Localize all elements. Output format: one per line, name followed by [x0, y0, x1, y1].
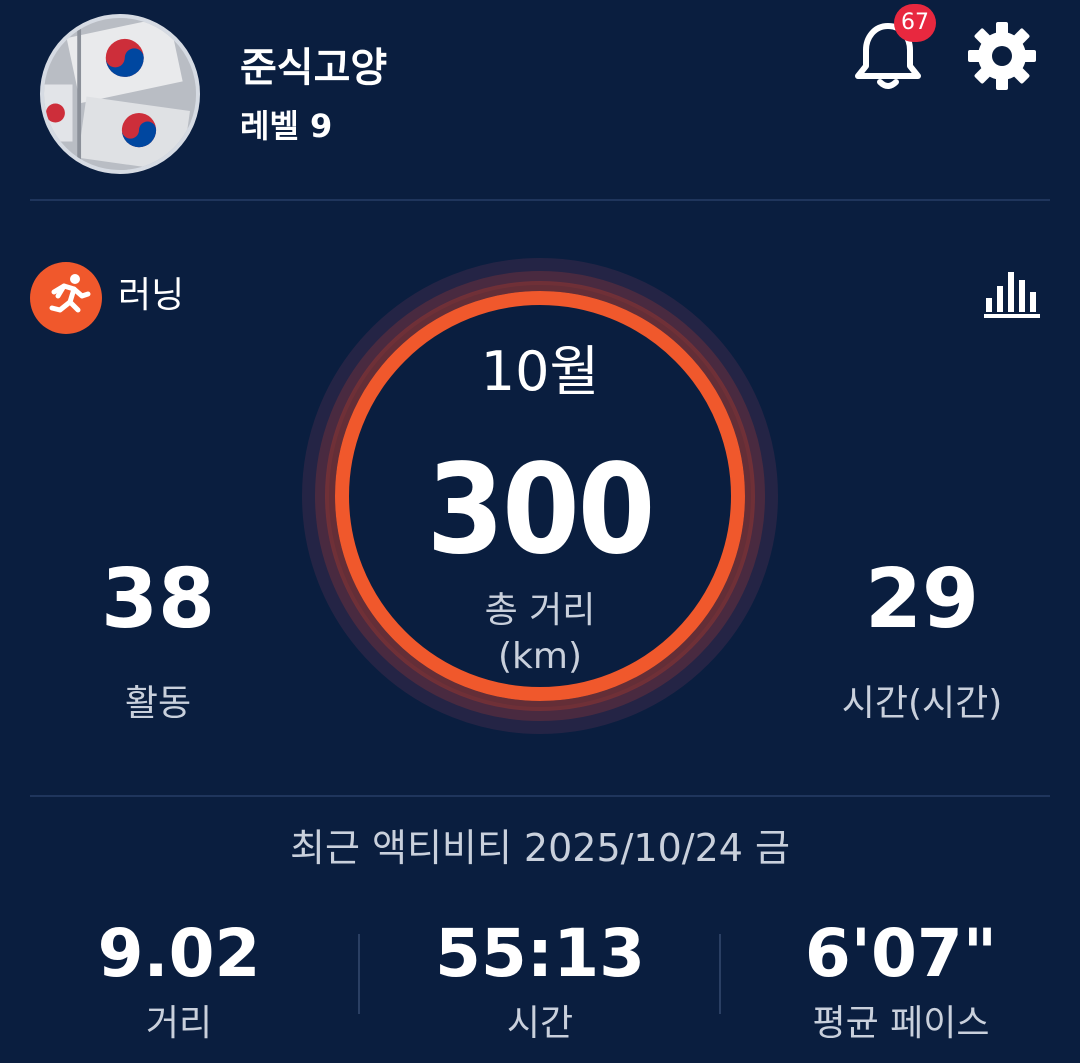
recent-activity-title[interactable]: 최근 액티비티 2025/10/24 금 — [0, 822, 1080, 874]
total-distance-unit: (km) — [497, 636, 582, 677]
recent-time-value: 55:13 — [434, 915, 646, 992]
recent-time-label: 시간 — [506, 1003, 574, 1044]
recent-distance-label: 거리 — [145, 1003, 213, 1044]
recent-distance-value: 9.02 — [97, 915, 261, 992]
profile-avatar[interactable] — [40, 14, 200, 174]
recent-pace-value: 6'07" — [804, 915, 998, 992]
activities-count-label: 활동 — [124, 683, 192, 724]
notification-count-badge: 67 — [894, 4, 936, 42]
statistics-button[interactable] — [980, 262, 1044, 320]
bar-chart-icon — [984, 272, 1040, 318]
total-time-label: 시간(시간) — [841, 683, 1003, 724]
total-distance-label: 총 거리 — [484, 590, 596, 631]
metric-separator — [358, 934, 360, 1014]
header-divider — [30, 199, 1050, 201]
activity-type-button[interactable] — [30, 262, 102, 334]
running-icon — [49, 274, 91, 313]
metric-separator — [719, 934, 721, 1014]
settings-button[interactable] — [966, 20, 1038, 92]
total-time-value: 29 — [864, 552, 980, 647]
summary-divider — [30, 795, 1050, 797]
month-label: 10월 — [480, 340, 600, 403]
recent-pace-label: 평균 페이스 — [812, 1003, 990, 1044]
username: 준식고양 — [240, 45, 388, 91]
activities-count-value: 38 — [100, 552, 216, 647]
user-level: 레벨 9 — [240, 107, 333, 145]
activity-type-label: 러닝 — [118, 275, 185, 316]
gear-icon — [968, 22, 1036, 90]
total-distance-value: 300 — [426, 438, 656, 582]
korean-flag-avatar-icon — [44, 18, 196, 170]
